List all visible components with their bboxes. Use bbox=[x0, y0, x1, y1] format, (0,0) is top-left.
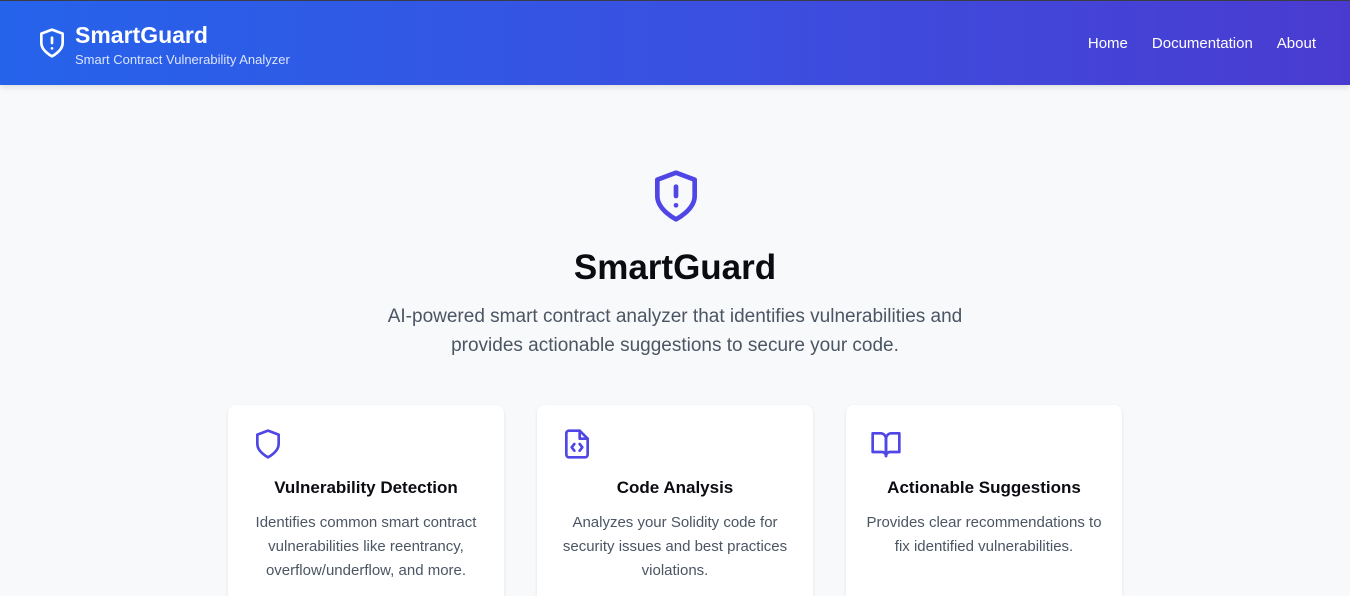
feature-description: Identifies common smart contract vulnera… bbox=[255, 514, 477, 579]
hero-shield-alert-icon bbox=[655, 170, 697, 222]
feature-description: Analyzes your Solidity code for security… bbox=[562, 514, 788, 579]
feature-card-vulnerability-detection: Vulnerability Detection Identifies commo… bbox=[228, 405, 504, 596]
hero-description: AI-powered smart contract analyzer that … bbox=[387, 306, 963, 356]
main-nav: Home Documentation About bbox=[1088, 34, 1316, 54]
app-subtitle: Smart Contract Vulnerability Analyzer bbox=[75, 52, 290, 67]
shield-icon bbox=[255, 429, 280, 459]
brand[interactable]: SmartGuard Smart Contract Vulnerability … bbox=[36, 21, 290, 69]
nav-documentation-link[interactable]: Documentation bbox=[1152, 34, 1253, 54]
code-file-icon bbox=[565, 429, 589, 459]
nav-about-link[interactable]: About bbox=[1277, 34, 1316, 54]
feature-card-code-analysis: Code Analysis Analyzes your Solidity cod… bbox=[537, 405, 813, 596]
nav-home-link[interactable]: Home bbox=[1088, 34, 1128, 54]
hero-title: SmartGuard bbox=[573, 248, 777, 287]
feature-title: Code Analysis bbox=[616, 478, 734, 497]
book-open-icon bbox=[871, 432, 901, 458]
feature-title: Actionable Suggestions bbox=[887, 478, 1081, 497]
app-header: SmartGuard Smart Contract Vulnerability … bbox=[0, 1, 1350, 85]
feature-card-actionable-suggestions: Actionable Suggestions Provides clear re… bbox=[846, 405, 1122, 596]
shield-alert-icon bbox=[40, 28, 64, 58]
feature-title: Vulnerability Detection bbox=[274, 478, 458, 497]
app-title: SmartGuard bbox=[75, 22, 208, 48]
feature-description: Provides clear recommendations to fix id… bbox=[866, 514, 1102, 555]
